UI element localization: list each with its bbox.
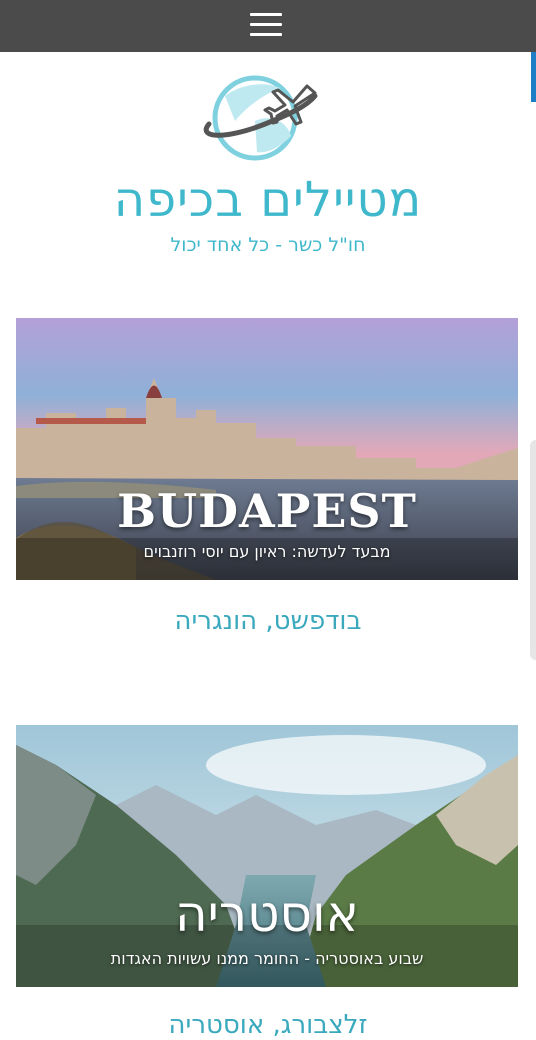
post-image-title: אוסטריה: [175, 885, 359, 943]
budapest-image: [16, 318, 518, 580]
globe-airplane-icon[interactable]: [195, 66, 335, 166]
site-tagline: חו"ל כשר - כל אחד יכול: [170, 234, 366, 256]
post-title-austria[interactable]: זלצבורג, אוסטריה: [0, 1010, 536, 1040]
post-image-subtitle: מבעד לעדשה: ראיון עם יוסי רוזנבוים: [143, 542, 391, 561]
hamburger-menu-icon[interactable]: [250, 13, 282, 37]
austria-image: [16, 725, 518, 987]
post-image-subtitle: שבוע באוסטריה - החומר ממנו עשויות האגדות: [110, 949, 424, 968]
top-bar: [0, 0, 536, 52]
post-image-title: BUDAPEST: [117, 484, 417, 538]
site-title[interactable]: מטיילים בכיפה: [0, 172, 536, 228]
post-card-budapest-image[interactable]: BUDAPEST מבעד לעדשה: ראיון עם יוסי רוזנב…: [16, 318, 518, 580]
side-tab[interactable]: [531, 52, 536, 102]
post-title-budapest[interactable]: בודפשט, הונגריה: [0, 606, 536, 636]
post-card-austria-image[interactable]: אוסטריה שבוע באוסטריה - החומר ממנו עשויו…: [16, 725, 518, 987]
